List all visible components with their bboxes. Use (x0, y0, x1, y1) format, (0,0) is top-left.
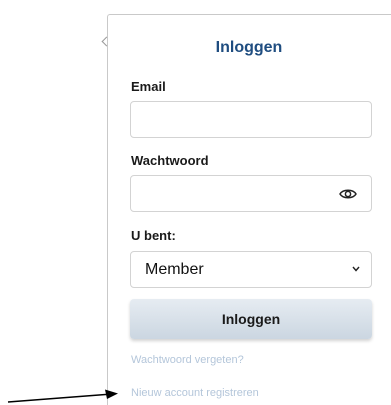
role-select-value: Member (145, 261, 204, 278)
role-label: U bent: (131, 228, 176, 243)
forgot-password-link[interactable]: Wachtwoord vergeten? (131, 354, 244, 366)
password-field-wrapper (130, 175, 372, 212)
email-field[interactable] (139, 102, 343, 137)
role-select[interactable]: Member (130, 251, 372, 288)
arrow-pointer-icon (7, 389, 118, 403)
email-label: Email (131, 79, 166, 94)
login-screen: Inloggen Email Wachtwoord U bent: Member… (0, 0, 391, 405)
email-field-wrapper (130, 101, 372, 138)
eye-icon[interactable] (339, 187, 357, 201)
password-field[interactable] (139, 176, 343, 211)
password-label: Wachtwoord (131, 153, 209, 168)
register-account-link[interactable]: Nieuw account registreren (131, 387, 259, 399)
login-button[interactable]: Inloggen (130, 299, 372, 339)
login-title: Inloggen (215, 39, 283, 56)
chevron-down-icon (352, 266, 360, 272)
